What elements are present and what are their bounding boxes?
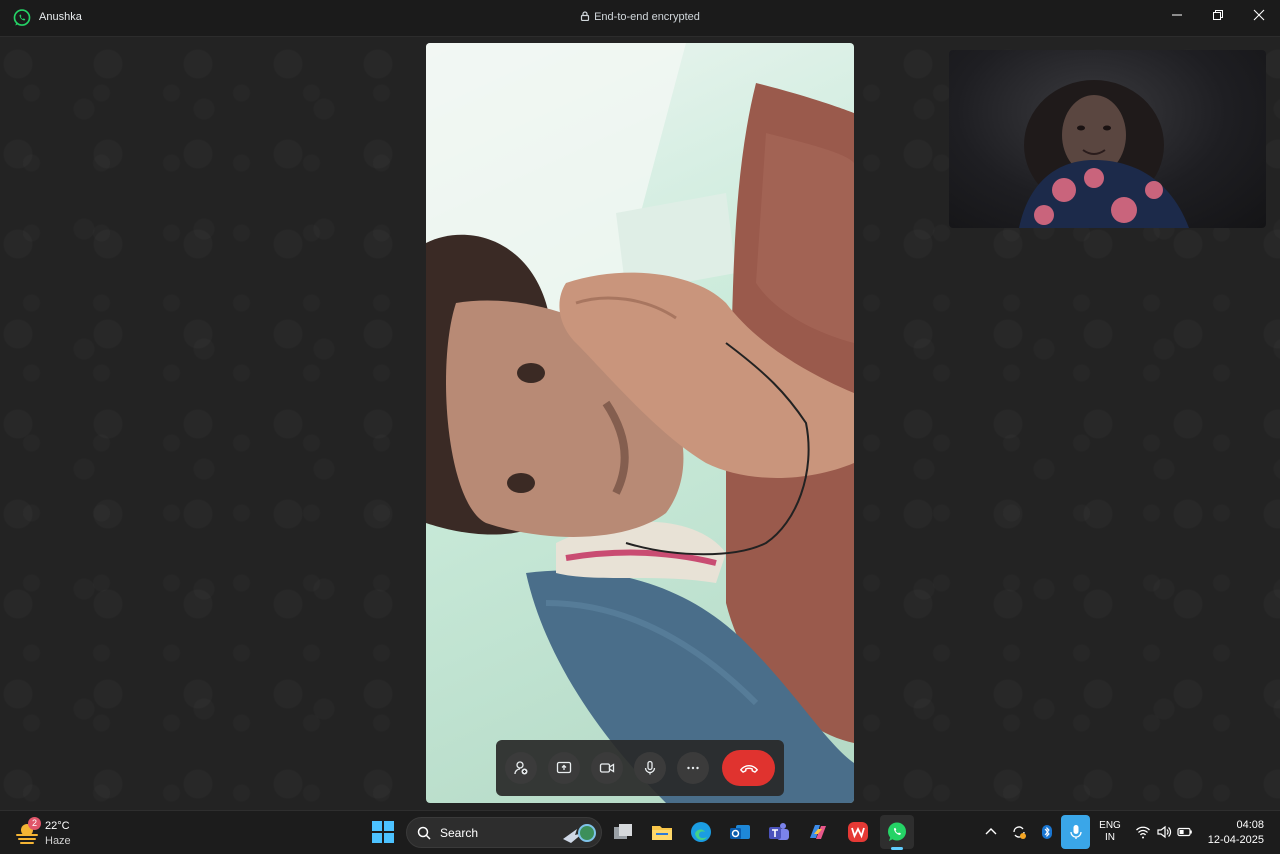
title-bar: Anushka End-to-end encrypted xyxy=(0,0,1280,37)
self-video-preview xyxy=(949,50,1266,228)
copilot-button[interactable] xyxy=(805,819,831,845)
outlook-icon xyxy=(730,825,750,839)
edge-icon xyxy=(691,822,711,842)
clock-time: 04:08 xyxy=(1236,819,1264,831)
wps-office-icon xyxy=(848,822,868,842)
encryption-label: End-to-end encrypted xyxy=(594,11,700,23)
copilot-icon xyxy=(810,825,826,839)
edge-browser-button[interactable] xyxy=(688,819,714,845)
weather-temperature: 22°C xyxy=(45,820,70,832)
search-label: Search xyxy=(440,826,479,840)
teams-button[interactable] xyxy=(766,819,792,845)
restore-icon xyxy=(1213,10,1223,20)
battery-icon[interactable] xyxy=(1177,824,1193,840)
minimize-button[interactable] xyxy=(1157,0,1197,30)
search-highlight-icon xyxy=(563,824,596,843)
weather-condition: Haze xyxy=(45,835,71,847)
share-screen-button[interactable] xyxy=(548,752,580,784)
whatsapp-taskbar-button[interactable] xyxy=(880,815,914,850)
clock-date: 12-04-2025 xyxy=(1207,834,1264,846)
input-language-indicator[interactable]: ENG IN xyxy=(1098,820,1122,844)
teams-icon xyxy=(769,823,789,840)
volume-icon[interactable] xyxy=(1156,824,1172,840)
chevron-up-icon[interactable] xyxy=(983,824,999,840)
remote-video-feed xyxy=(426,43,854,803)
task-view-icon xyxy=(614,824,632,839)
restore-button[interactable] xyxy=(1198,0,1238,30)
windows-start-icon[interactable] xyxy=(372,821,394,843)
whatsapp-icon xyxy=(888,822,906,841)
outlook-button[interactable] xyxy=(727,819,753,845)
close-icon xyxy=(1253,9,1265,21)
system-clock[interactable]: 04:08 12-04-2025 xyxy=(1200,818,1264,848)
video-camera-icon xyxy=(599,763,615,773)
language-region: IN xyxy=(1105,832,1115,843)
call-controls-bar xyxy=(496,740,784,796)
language-code: ENG xyxy=(1099,820,1121,831)
microphone-toggle-button[interactable] xyxy=(634,752,666,784)
weather-badge: 2 xyxy=(28,817,41,830)
task-view-button[interactable] xyxy=(610,819,636,845)
wifi-icon[interactable] xyxy=(1135,824,1151,840)
sync-icon[interactable] xyxy=(1011,824,1027,840)
add-participant-button[interactable] xyxy=(505,752,537,784)
bluetooth-icon[interactable] xyxy=(1039,824,1055,840)
lock-icon xyxy=(580,11,590,21)
microphone-icon xyxy=(644,760,656,775)
end-call-button[interactable] xyxy=(722,750,775,786)
wps-office-button[interactable] xyxy=(845,819,871,845)
add-person-icon xyxy=(514,761,528,775)
more-dots-icon xyxy=(687,766,699,770)
minimize-icon xyxy=(1172,14,1182,16)
self-video-frame xyxy=(1019,80,1189,228)
taskbar-search-box[interactable]: Search xyxy=(406,817,602,848)
phone-hangup-icon xyxy=(739,765,758,773)
weather-widget[interactable]: 2 22°C Haze xyxy=(14,817,94,849)
remote-video-frame xyxy=(426,43,854,803)
microphone-tray-icon xyxy=(1069,825,1082,839)
file-explorer-icon xyxy=(652,826,672,840)
file-explorer-button[interactable] xyxy=(649,819,675,845)
search-icon xyxy=(417,826,431,840)
windows-taskbar: 2 22°C Haze Search ENG IN 04:08 12-04-20… xyxy=(0,810,1280,854)
share-screen-icon xyxy=(556,761,572,774)
microphone-in-use-button[interactable] xyxy=(1061,815,1090,849)
camera-toggle-button[interactable] xyxy=(591,752,623,784)
more-options-button[interactable] xyxy=(677,752,709,784)
active-app-indicator xyxy=(891,847,903,850)
encryption-status: End-to-end encrypted xyxy=(0,11,1280,23)
close-button[interactable] xyxy=(1239,0,1279,30)
